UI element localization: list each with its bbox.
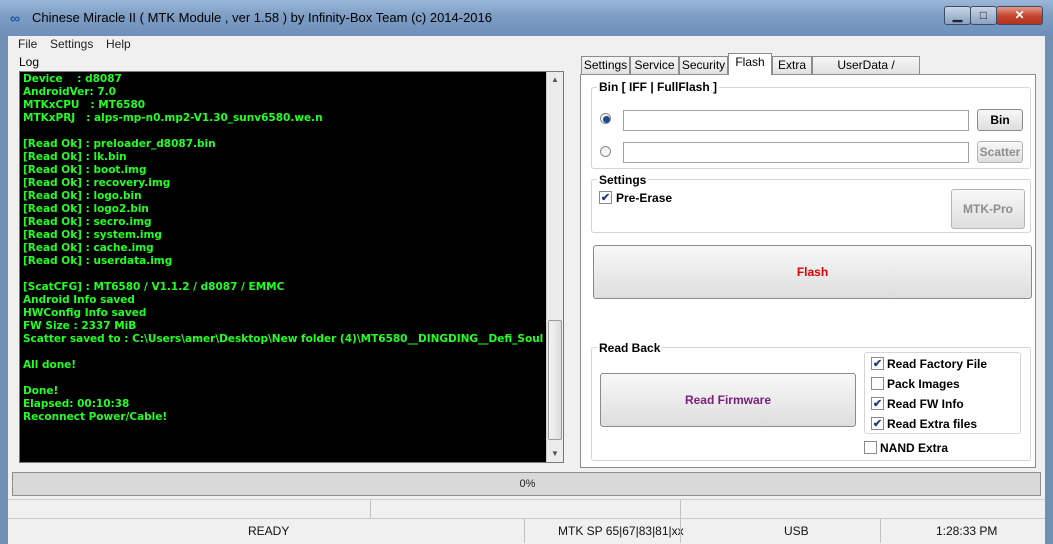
pack-images-label: Pack Images [887,377,960,391]
status-separator [680,500,681,520]
mtk-pro-button[interactable]: MTK-Pro [951,189,1025,229]
log-line: [Read Ok] : logo2.bin [23,203,149,215]
radio-bin[interactable] [600,113,611,124]
pack-images-checkbox[interactable] [871,377,884,390]
nand-extra-label: NAND Extra [880,441,949,455]
log-line: [Read Ok] : preloader_d8087.bin [23,138,216,150]
log-line: Reconnect Power/Cable! [23,411,168,423]
scroll-thumb[interactable] [548,320,562,440]
log-line: Android Info saved [23,294,135,306]
bin-path-input[interactable] [623,110,969,131]
log-line: AndroidVer: 7.0 [23,86,116,98]
tab-extra[interactable]: Extra [772,56,812,74]
status-time: 1:28:33 PM [936,524,998,538]
settings-group-label: Settings [597,173,649,187]
tab-security[interactable]: Security [679,56,728,74]
bin-button[interactable]: Bin [977,109,1023,131]
log-line: [Read Ok] : cache.img [23,242,154,254]
scatter-path-input[interactable] [623,142,969,163]
log-line: [Read Ok] : userdata.img [23,255,173,267]
status-separator [880,519,881,543]
log-line: [Read Ok] : boot.img [23,164,147,176]
read-back-label: Read Back [597,341,663,355]
status-separator [524,519,525,543]
status-state: READY [248,524,290,538]
log-output[interactable]: Device : d8087 AndroidVer: 7.0 MTKxCPU : M… [23,73,543,461]
flash-button[interactable]: Flash [593,245,1032,299]
read-extra-files-checkbox[interactable]: ✔ [871,417,884,430]
log-scrollbar[interactable]: ▲ ▼ [546,72,563,462]
title-bar: ∞ Chinese Miracle II ( MTK Module , ver … [0,0,1053,36]
status-separator [680,519,681,543]
read-firmware-button[interactable]: Read Firmware [600,373,856,427]
nand-extra-checkbox[interactable] [864,441,877,454]
minimize-button[interactable]: ▁ [944,6,971,25]
tab-userdata-forensic[interactable]: UserData / Forensic [812,56,920,89]
log-line: [Read Ok] : lk.bin [23,151,127,163]
tab-service[interactable]: Service [630,56,679,74]
read-fw-info-checkbox[interactable]: ✔ [871,397,884,410]
log-line: Elapsed: 00:10:38 [23,398,130,410]
progress-text: 0% [519,478,536,490]
log-panel[interactable]: Device : d8087 AndroidVer: 7.0 MTKxCPU : M… [19,71,564,463]
scroll-up-icon[interactable]: ▲ [547,72,563,88]
maximize-button[interactable]: □ [970,6,997,25]
window-client: File Settings Help Log Device : d8087 And… [8,36,1045,544]
menu-bar: File Settings Help [8,36,1045,53]
status-separator [370,500,371,520]
log-line: FW Size : 2337 MiB [23,320,137,332]
read-factory-file-label: Read Factory File [887,357,988,371]
log-line: [Read Ok] : recovery.img [23,177,171,189]
status-bar-upper [8,499,1045,520]
log-line: [ScatCFG] : MT6580 / V1.1.2 / d8087 / EM… [23,281,285,293]
infinity-icon: ∞ [10,10,20,26]
pre-erase-label: Pre-Erase [616,191,673,205]
close-button[interactable]: ✕ [996,6,1043,25]
log-label: Log [19,55,40,69]
log-line: HWConfig Info saved [23,307,147,319]
progress-bar: 0% [12,472,1041,496]
log-line: Done! [23,385,59,397]
log-line: Scatter saved to : C:\Users\amer\Desktop… [23,333,543,345]
read-factory-file-checkbox[interactable]: ✔ [871,357,884,370]
pre-erase-checkbox[interactable]: ✔ [599,191,612,204]
scroll-down-icon[interactable]: ▼ [547,446,563,462]
bin-group-label: Bin [ IFF | FullFlash ] [597,80,720,94]
menu-file[interactable]: File [18,37,37,51]
read-fw-info-label: Read FW Info [887,397,964,411]
status-platform: MTK SP 65|67|83|81|xx [558,524,684,538]
log-line: [Read Ok] : logo.bin [23,190,142,202]
log-line: [Read Ok] : system.img [23,229,162,241]
tab-settings[interactable]: Settings [581,56,630,74]
flash-tab-panel: Bin [ IFF | FullFlash ] Bin Scatter Sett… [580,74,1036,468]
log-line: MTKxCPU : MT6580 [23,99,146,111]
status-connection: USB [784,524,809,538]
log-line: Device : d8087 [23,73,122,85]
menu-settings[interactable]: Settings [50,37,93,51]
radio-scatter[interactable] [600,146,611,157]
log-line: [Read Ok] : secro.img [23,216,152,228]
log-line: MTKxPRJ : alps-mp-n0.mp2-V1.30_sunv6580.… [23,112,323,124]
window-title: Chinese Miracle II ( MTK Module , ver 1.… [32,10,493,25]
status-bar: READY MTK SP 65|67|83|81|xx USB 1:28:33 … [8,518,1045,543]
menu-help[interactable]: Help [106,37,131,51]
log-line: All done! [23,359,77,371]
read-extra-files-label: Read Extra files [887,417,978,431]
scatter-button[interactable]: Scatter [977,141,1023,163]
tab-flash[interactable]: Flash [728,53,772,75]
